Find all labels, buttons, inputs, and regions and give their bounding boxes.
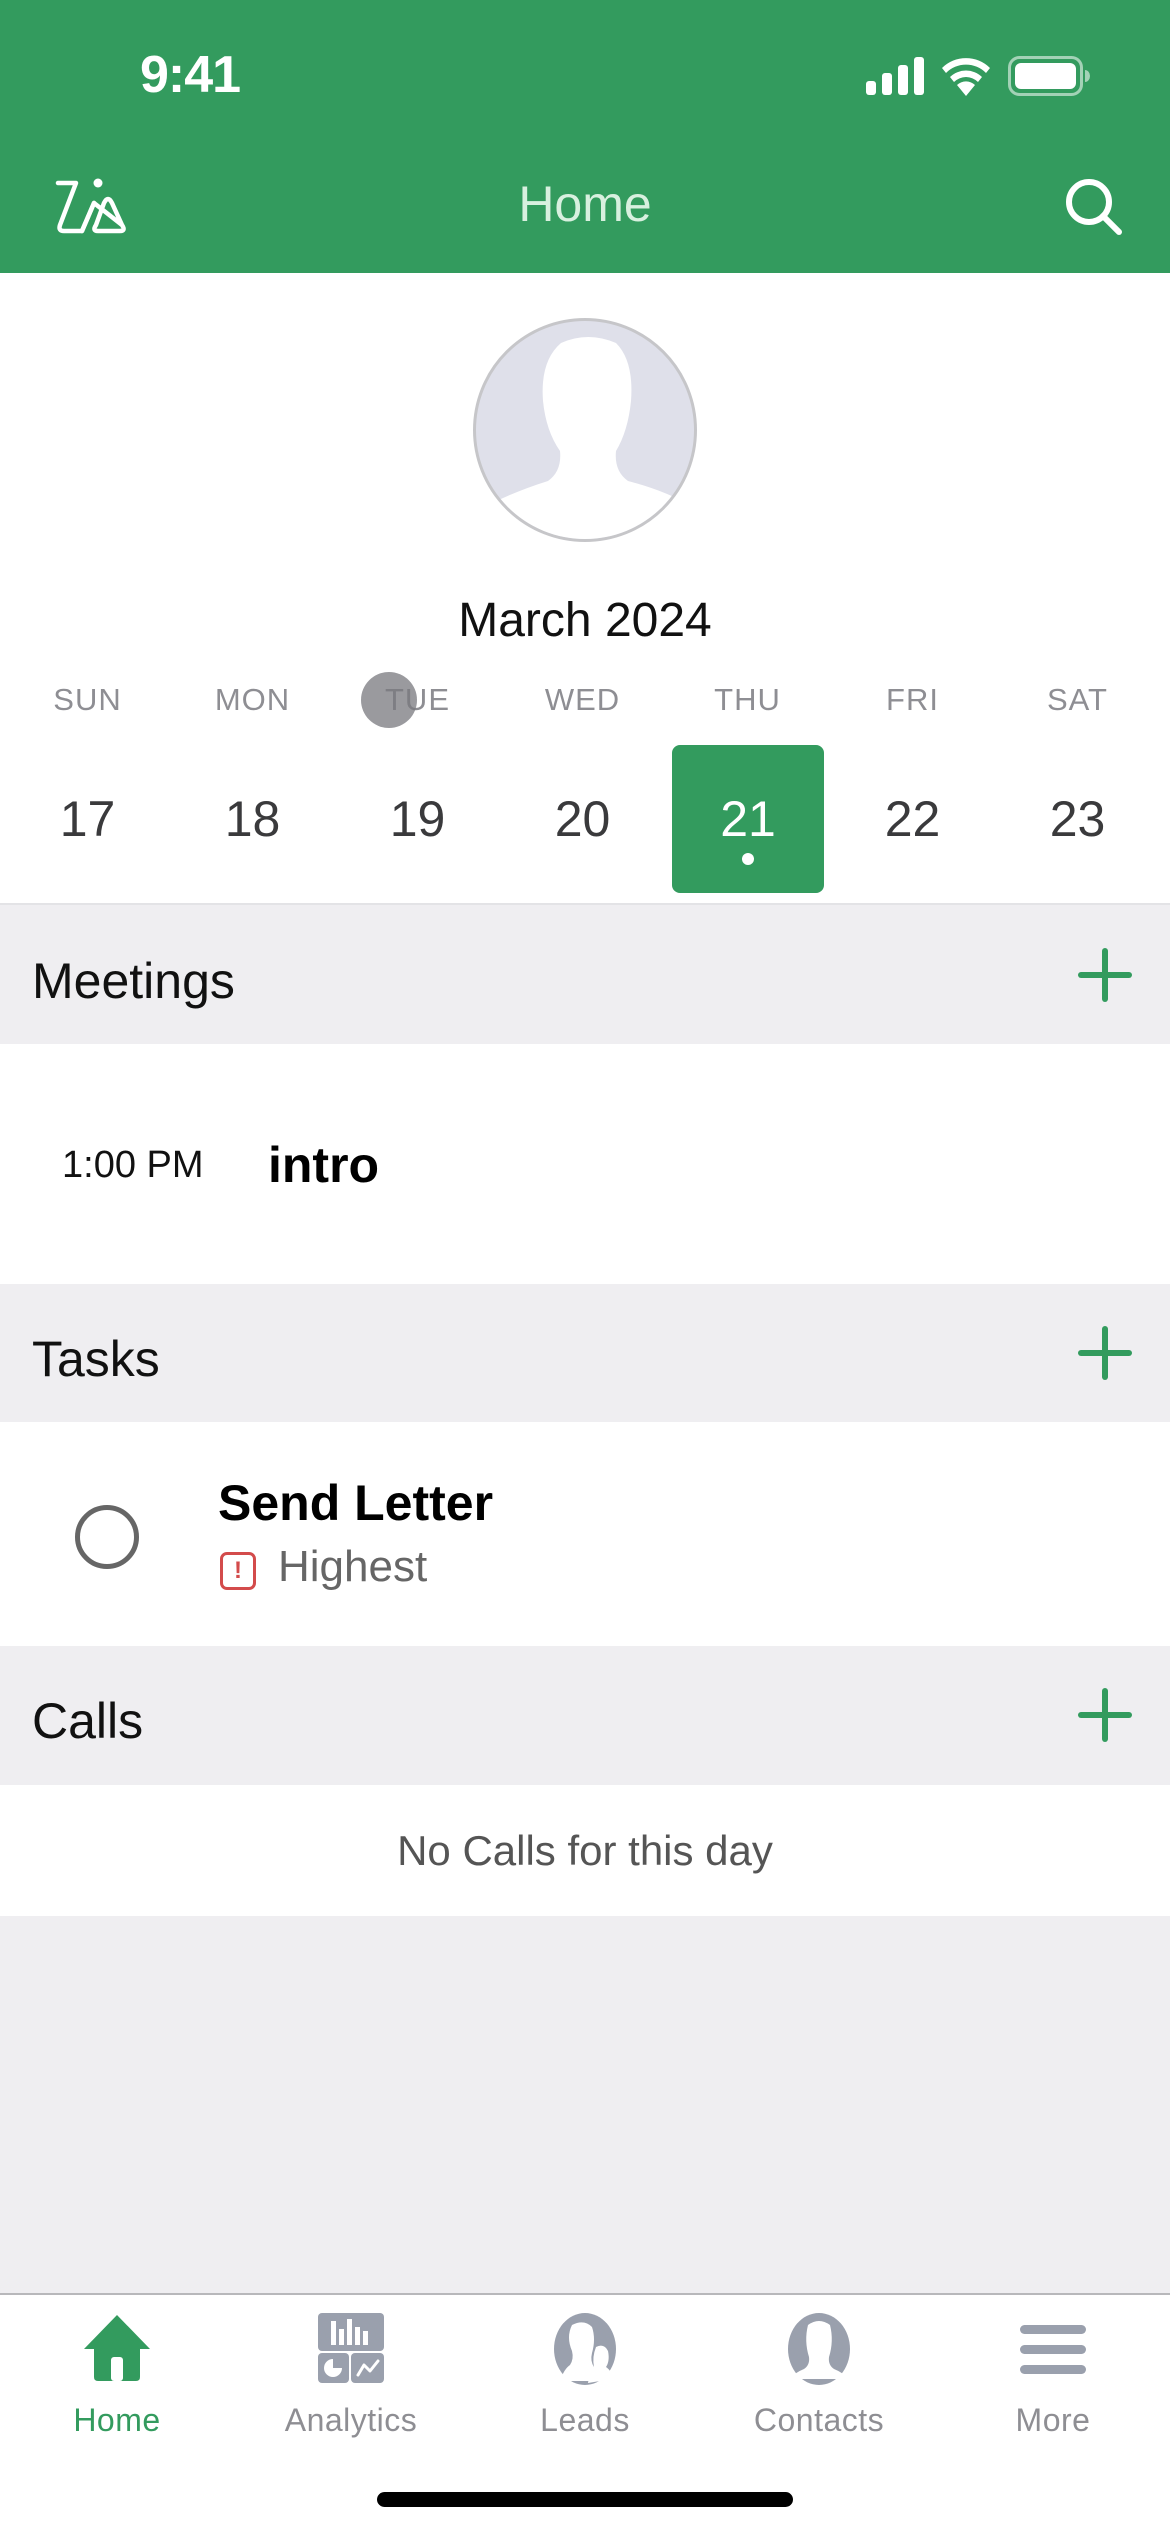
weekday-label: SAT [1047, 682, 1108, 717]
calls-empty-message: No Calls for this day [397, 1827, 773, 1874]
date-cell[interactable]: 20 [500, 745, 665, 893]
leads-icon [554, 2313, 616, 2385]
tab-label: Analytics [284, 2402, 418, 2438]
date-cell[interactable]: 18 [170, 745, 335, 893]
date-number: 17 [59, 791, 116, 847]
contacts-icon [788, 2313, 850, 2385]
tab-label: Leads [540, 2402, 630, 2438]
meeting-row[interactable]: 1:00 PM intro [0, 1044, 1170, 1284]
tasks-section-header: Tasks [0, 1284, 1170, 1422]
add-meeting-button[interactable] [1078, 948, 1132, 1002]
meetings-section-header: Meetings [0, 906, 1170, 1044]
weekday-label: TUE [385, 682, 450, 717]
date-number: 22 [884, 791, 941, 847]
exclamation-badge-icon: ! [220, 1552, 256, 1590]
task-row[interactable]: Send Letter ! Highest [0, 1422, 1170, 1646]
date-cell[interactable]: 19 [335, 745, 500, 893]
status-icons [866, 56, 1090, 96]
section-title: Tasks [32, 1331, 160, 1387]
task-priority: Highest [278, 1542, 428, 1591]
calls-empty-row: No Calls for this day [0, 1785, 1170, 1916]
calls-section-header: Calls [0, 1646, 1170, 1784]
section-title: Meetings [32, 953, 235, 1009]
status-time: 9:41 [140, 46, 241, 104]
app-header: 9:41 Home [0, 0, 1170, 273]
date-cell[interactable]: 23 [995, 745, 1160, 893]
date-cell[interactable]: 17 [5, 745, 170, 893]
analytics-icon [318, 2313, 384, 2383]
search-icon[interactable] [1062, 175, 1126, 239]
date-cell-selected[interactable]: 21 [672, 745, 824, 893]
tab-label: More [1015, 2402, 1091, 2438]
wifi-icon [942, 58, 990, 96]
battery-icon [1008, 56, 1090, 96]
meeting-title: intro [268, 1137, 380, 1193]
home-icon [84, 2315, 150, 2381]
cellular-signal-icon [866, 57, 924, 95]
weekday-label: SUN [53, 682, 122, 717]
home-indicator[interactable] [377, 2492, 793, 2507]
menu-icon [1020, 2325, 1086, 2374]
add-task-button[interactable] [1078, 1326, 1132, 1380]
meeting-time: 1:00 PM [62, 1144, 204, 1186]
event-dot-indicator [742, 853, 754, 865]
add-call-button[interactable] [1078, 1688, 1132, 1742]
date-row: 17 18 19 20 21 22 23 [0, 745, 1170, 893]
date-number: 20 [554, 791, 611, 847]
date-number: 23 [1049, 791, 1106, 847]
tab-analytics[interactable]: Analytics [234, 2295, 468, 2445]
weekday-label: WED [544, 682, 621, 717]
date-number: 19 [389, 791, 446, 847]
tab-label: Contacts [753, 2402, 885, 2438]
section-title: Calls [32, 1693, 144, 1749]
task-complete-checkbox[interactable] [75, 1505, 139, 1569]
date-number: 18 [224, 791, 281, 847]
tab-more[interactable]: More [936, 2295, 1170, 2445]
tab-label: Home [73, 2402, 161, 2438]
touch-indicator [361, 672, 417, 728]
avatar[interactable] [473, 318, 697, 542]
tab-home[interactable]: Home [0, 2295, 234, 2445]
month-label: March 2024 [458, 594, 712, 647]
weekday-label: MON [214, 682, 291, 717]
weekday-label: FRI [886, 682, 939, 717]
weekday-label: THU [714, 682, 781, 717]
weekday-row: SUN MON TUE WED THU FRI SAT [0, 682, 1170, 718]
tab-contacts[interactable]: Contacts [702, 2295, 936, 2445]
person-silhouette-icon [486, 337, 691, 539]
nav-title: Home [518, 176, 652, 232]
task-title: Send Letter [218, 1475, 494, 1531]
date-cell[interactable]: 22 [830, 745, 995, 893]
date-number: 21 [720, 791, 776, 847]
tab-leads[interactable]: Leads [468, 2295, 702, 2445]
